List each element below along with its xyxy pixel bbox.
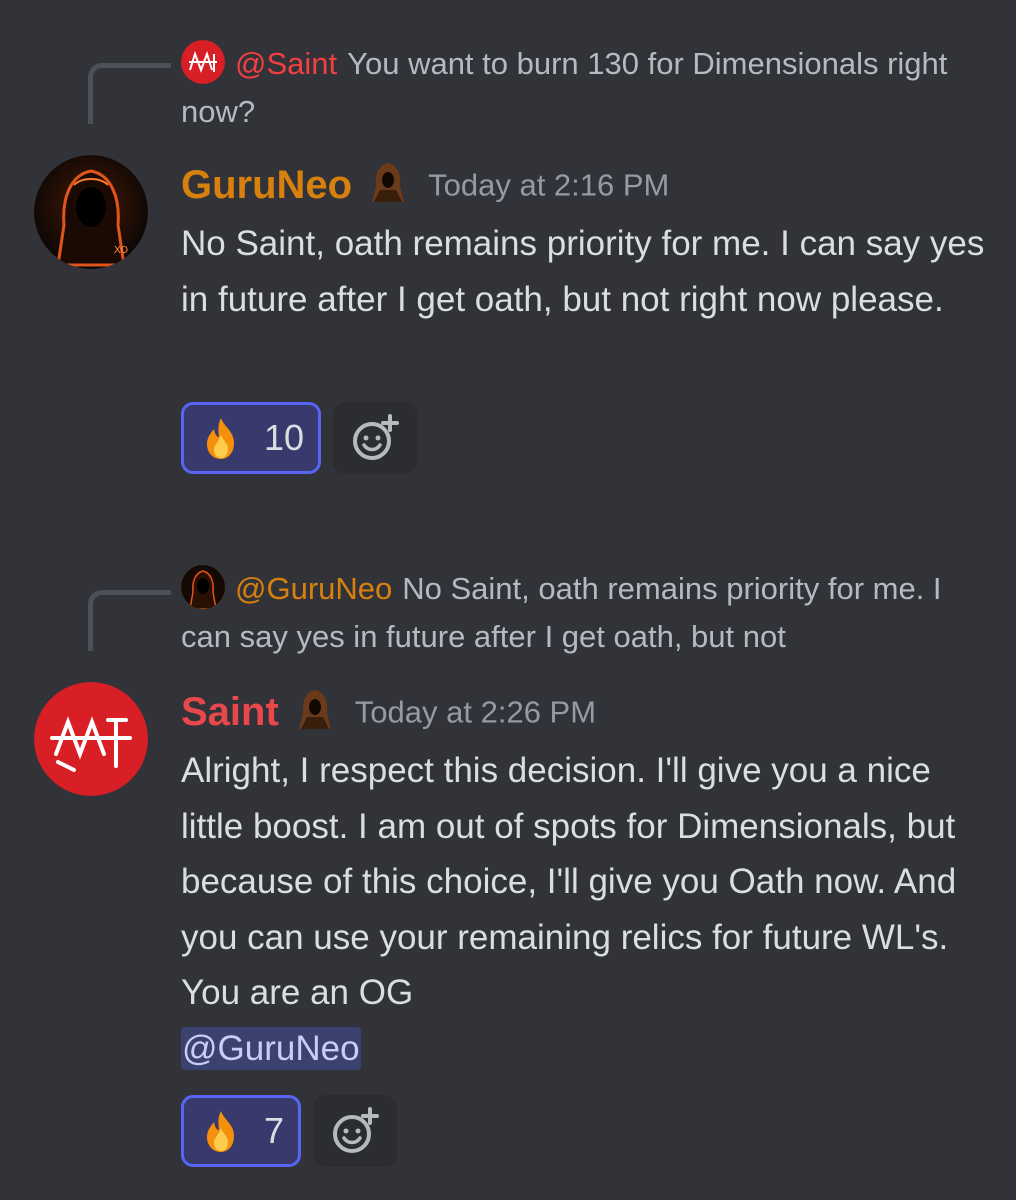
saint-mini-avatar <box>181 39 225 84</box>
timestamp[interactable]: Today at 2:26 PM <box>355 695 596 730</box>
saint-avatar[interactable] <box>34 682 148 796</box>
reaction-count: 10 <box>264 417 305 458</box>
fire-reaction[interactable]: 7 <box>181 1095 301 1167</box>
reply-mention[interactable]: @GuruNeo <box>235 571 392 606</box>
message-header: GuruNeo Today at 2:16 PM <box>181 160 669 208</box>
add-emoji-icon <box>333 1107 379 1153</box>
reply-preview[interactable]: @GuruNeo No Saint, oath remains priority … <box>181 564 956 660</box>
author-name[interactable]: GuruNeo <box>181 163 352 207</box>
message-content: Alright, I respect this decision. I'll g… <box>181 743 988 1076</box>
fire-icon <box>198 1108 244 1154</box>
timestamp[interactable]: Today at 2:16 PM <box>428 168 669 203</box>
user-mention[interactable]: @GuruNeo <box>181 1026 361 1070</box>
add-emoji-icon <box>353 414 399 460</box>
add-reaction-button[interactable] <box>313 1095 397 1167</box>
reply-spine <box>88 590 171 651</box>
hooded-figure-icon[interactable] <box>366 160 410 204</box>
reactions-bar: 7 <box>181 1095 397 1167</box>
message-guruneo: @Saint You want to burn 130 for Dimension… <box>0 0 1016 500</box>
message-content: No Saint, oath remains priority for me. … <box>181 224 985 319</box>
guruneo-avatar[interactable]: XO <box>34 155 148 269</box>
fire-reaction[interactable]: 10 <box>181 402 321 474</box>
guruneo-mini-avatar <box>181 564 225 609</box>
message-text: Alright, I respect this decision. I'll g… <box>181 751 957 1012</box>
author-name[interactable]: Saint <box>181 690 279 734</box>
reply-spine <box>88 63 171 124</box>
reply-mention[interactable]: @Saint <box>235 46 337 81</box>
hooded-figure-icon[interactable] <box>293 687 337 731</box>
reactions-bar: 10 <box>181 402 417 474</box>
reaction-count: 7 <box>264 1110 285 1151</box>
add-reaction-button[interactable] <box>333 402 417 474</box>
fire-icon <box>198 415 244 461</box>
reply-preview[interactable]: @Saint You want to burn 130 for Dimension… <box>181 39 956 135</box>
svg-text:XO: XO <box>114 245 128 256</box>
message-header: Saint Today at 2:26 PM <box>181 687 596 735</box>
